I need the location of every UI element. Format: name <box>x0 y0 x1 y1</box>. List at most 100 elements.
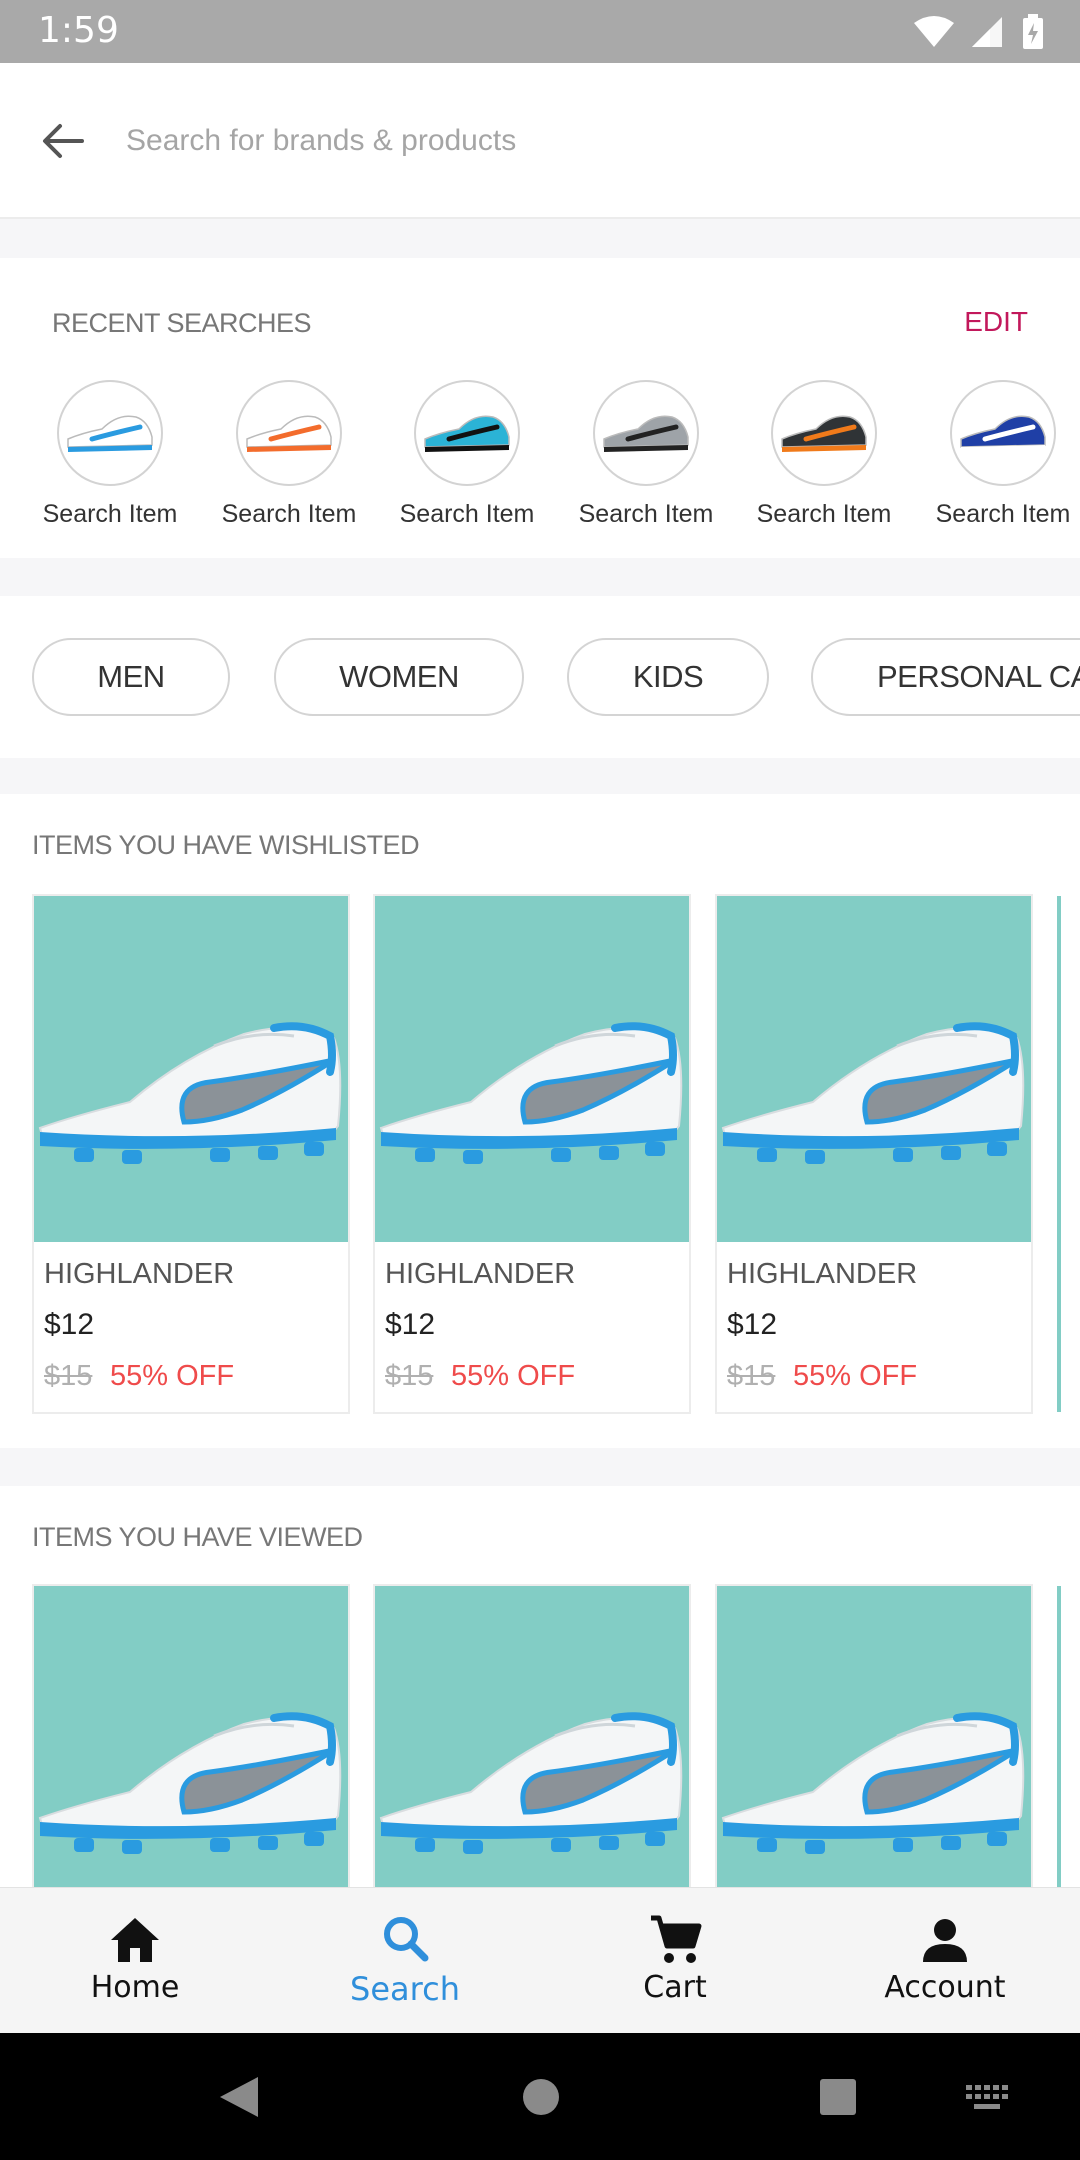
nav-search-label: Search <box>350 1970 460 2008</box>
recent-search-item[interactable]: Search Item <box>21 380 199 529</box>
cart-icon <box>651 1915 702 1963</box>
football-boot-icon <box>379 1712 683 1854</box>
wishlisted-section: ITEMS YOU HAVE WISHLISTED HIGHLANDER $12 $… <box>0 794 1080 1448</box>
football-boot-icon <box>38 1022 342 1164</box>
category-men[interactable]: MEN <box>32 638 230 716</box>
viewed-title: ITEMS YOU HAVE VIEWED <box>32 1522 363 1552</box>
recent-search-thumbnail <box>236 380 342 486</box>
product-image <box>717 896 1031 1242</box>
shoe-icon <box>960 415 1046 452</box>
nav-cart-label: Cart <box>643 1970 707 2005</box>
nav-home-label: Home <box>90 1970 180 2005</box>
shoe-icon <box>67 415 153 452</box>
product-discount: 55% OFF <box>793 1360 918 1392</box>
category-chips: MEN WOMEN KIDS PERSONAL CARE <box>0 596 1080 758</box>
product-card[interactable]: HIGHLANDER$12$1555% OFF <box>32 1584 350 1887</box>
recent-search-item[interactable]: Search Item <box>914 380 1080 529</box>
recent-search-thumbnail <box>950 380 1056 486</box>
section-divider <box>0 1448 1080 1486</box>
category-kids[interactable]: KIDS <box>567 638 769 716</box>
shoe-icon <box>246 415 332 452</box>
bottom-navigation: Home Search Cart Account <box>0 1887 1080 2033</box>
shoe-icon <box>781 415 867 452</box>
nav-cart[interactable]: Cart <box>540 1888 810 2034</box>
status-icons <box>914 12 1044 52</box>
product-price: $12 <box>385 1308 436 1341</box>
next-card-edge <box>1057 896 1061 1412</box>
product-name: HIGHLANDER <box>727 1258 918 1290</box>
viewed-section: ITEMS YOU HAVE VIEWED HIGHLANDER$12$1555… <box>0 1486 1080 1887</box>
system-navigation-bar <box>0 2033 1080 2160</box>
next-card-edge <box>1057 1586 1061 1887</box>
product-card[interactable]: HIGHLANDER $12 $15 55% OFF <box>715 894 1033 1414</box>
nav-account-label: Account <box>884 1970 1006 2005</box>
product-image <box>34 1586 348 1887</box>
account-icon <box>923 1919 967 1962</box>
recent-search-label: Search Item <box>42 500 178 528</box>
recent-search-thumbnail <box>414 380 520 486</box>
football-boot-icon <box>379 1022 683 1164</box>
recent-search-item[interactable]: Search Item <box>735 380 913 529</box>
recent-search-thumbnail <box>593 380 699 486</box>
recent-searches-list: Search Item Search Item Search Item Search … <box>0 380 1080 540</box>
recent-search-label: Search Item <box>935 500 1071 528</box>
product-card[interactable]: HIGHLANDER $12 $15 55% OFF <box>373 894 691 1414</box>
product-discount: 55% OFF <box>451 1360 576 1392</box>
wifi-icon <box>914 16 954 47</box>
section-divider <box>0 758 1080 794</box>
product-original-price: $15 <box>385 1360 434 1392</box>
search-input[interactable] <box>126 107 1026 175</box>
football-boot-icon <box>721 1712 1025 1854</box>
product-name: HIGHLANDER <box>44 1258 235 1290</box>
recent-search-item[interactable]: Search Item <box>557 380 735 529</box>
product-image <box>375 896 689 1242</box>
product-card[interactable]: HIGHLANDER $12 $15 55% OFF <box>32 894 350 1414</box>
signal-icon <box>972 17 1002 47</box>
wishlisted-title: ITEMS YOU HAVE WISHLISTED <box>32 830 420 860</box>
product-card[interactable]: HIGHLANDER$12$1555% OFF <box>715 1584 1033 1887</box>
back-arrow-icon[interactable] <box>36 115 88 167</box>
section-divider <box>0 219 1080 258</box>
status-time: 1:59 <box>38 10 119 51</box>
product-original-price: $15 <box>727 1360 776 1392</box>
recent-search-thumbnail <box>57 380 163 486</box>
recent-search-label: Search Item <box>221 500 357 528</box>
product-price: $12 <box>727 1308 778 1341</box>
system-back-icon[interactable] <box>218 2075 260 2119</box>
recent-searches-title: RECENT SEARCHES <box>52 308 312 338</box>
category-women[interactable]: WOMEN <box>274 638 524 716</box>
keyboard-icon[interactable] <box>966 2085 1010 2111</box>
viewed-list: HIGHLANDER$12$1555% OFFHIGHLANDER$12$155… <box>32 1584 1080 1887</box>
system-home-icon[interactable] <box>521 2077 561 2117</box>
nav-home[interactable]: Home <box>0 1888 270 2034</box>
recent-search-thumbnail <box>771 380 877 486</box>
product-card[interactable]: HIGHLANDER$12$1555% OFF <box>373 1584 691 1887</box>
football-boot-icon <box>38 1712 342 1854</box>
nav-account[interactable]: Account <box>810 1888 1080 2034</box>
product-discount: 55% OFF <box>110 1360 235 1392</box>
section-divider <box>0 558 1080 596</box>
recent-search-item[interactable]: Search Item <box>378 380 556 529</box>
battery-icon <box>1023 14 1043 49</box>
home-icon <box>111 1918 159 1962</box>
search-header <box>0 63 1080 219</box>
product-name: HIGHLANDER <box>385 1258 576 1290</box>
shoe-icon <box>424 415 510 452</box>
product-image <box>34 896 348 1242</box>
recent-search-label: Search Item <box>399 500 535 528</box>
football-boot-icon <box>721 1022 1025 1164</box>
product-price: $12 <box>44 1308 95 1341</box>
recent-search-label: Search Item <box>756 500 892 528</box>
category-personal-care[interactable]: PERSONAL CARE <box>811 638 1080 716</box>
wishlisted-list: HIGHLANDER $12 $15 55% OFF HIGHLANDER $12 $15 5… <box>32 894 1080 1414</box>
recent-search-item[interactable]: Search Item <box>200 380 378 529</box>
nav-search[interactable]: Search <box>270 1888 540 2034</box>
edit-button[interactable]: EDIT <box>964 306 1028 338</box>
recent-searches-section: RECENT SEARCHES EDIT Search Item Search I… <box>0 258 1080 558</box>
search-icon <box>384 1917 429 1962</box>
product-original-price: $15 <box>44 1360 93 1392</box>
shoe-icon <box>603 415 689 452</box>
status-bar: 1:59 <box>0 0 1080 63</box>
recent-search-label: Search Item <box>578 500 714 528</box>
system-recents-icon[interactable] <box>818 2077 858 2117</box>
